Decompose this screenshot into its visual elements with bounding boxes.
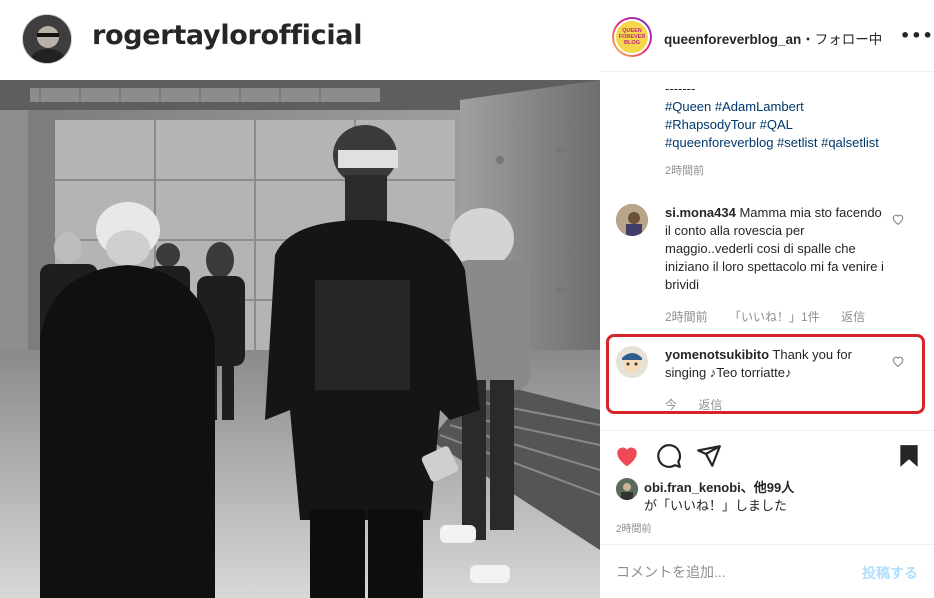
account-avatar-text: QUEEN FOREVER BLOG: [618, 28, 646, 46]
comment-meta: 2時間前 「いいね！」1件 返信: [665, 308, 883, 325]
author-username[interactable]: rogertaylorofficial: [92, 20, 362, 51]
reply-button[interactable]: 返信: [841, 310, 865, 324]
save-bookmark-icon[interactable]: [896, 443, 922, 469]
comment-username[interactable]: si.mona434: [665, 205, 736, 220]
comment-avatar[interactable]: [616, 204, 648, 236]
hashtag-line[interactable]: #queenforeverblog #setlist #qalsetlist: [665, 134, 925, 152]
post-author-header: rogertaylorofficial: [0, 0, 600, 80]
hashtag-line[interactable]: #Queen #AdamLambert: [665, 98, 925, 116]
post-media-column: rogertaylorofficial: [0, 0, 600, 598]
caption-divider: -------: [665, 81, 696, 96]
highlight-annotation-box: [606, 334, 925, 414]
action-bar: [600, 430, 934, 482]
hashtag-line[interactable]: #RhapsodyTour #QAL: [665, 116, 925, 134]
comment-likes-count[interactable]: 「いいね！」1件: [729, 310, 820, 324]
add-comment-bar: 投稿する: [600, 544, 934, 598]
comment-body: si.mona434 Mamma mia sto facendo il cont…: [665, 204, 885, 294]
post-photo[interactable]: [0, 80, 600, 598]
post-comment-button[interactable]: 投稿する: [862, 563, 918, 583]
panel-header: QUEEN FOREVER BLOG queenforeverblog_an・フ…: [600, 0, 934, 72]
author-avatar[interactable]: [22, 14, 72, 64]
comment-bubble-icon[interactable]: [656, 443, 682, 469]
like-heart-icon[interactable]: [614, 443, 640, 469]
account-avatar[interactable]: QUEEN FOREVER BLOG: [612, 17, 652, 57]
share-send-icon[interactable]: [696, 443, 722, 469]
follow-status[interactable]: ・フォロー中: [801, 32, 882, 47]
account-name-row: queenforeverblog_an・フォロー中: [664, 28, 882, 48]
liker-avatar[interactable]: [616, 478, 638, 500]
post-side-panel: QUEEN FOREVER BLOG queenforeverblog_an・フ…: [600, 0, 934, 598]
more-options-button[interactable]: •••: [900, 26, 934, 45]
comment-input[interactable]: [616, 562, 836, 582]
account-avatar-logo: QUEEN FOREVER BLOG: [614, 19, 650, 55]
account-username[interactable]: queenforeverblog_an: [664, 32, 801, 47]
caption: ------- #Queen #AdamLambert #RhapsodyTou…: [665, 80, 925, 180]
likes-count-link[interactable]: obi.fran_kenobi、他99人: [644, 477, 794, 496]
post-timestamp[interactable]: 2時間前: [616, 520, 652, 535]
likes-suffix: が「いいね！」しました: [644, 498, 788, 513]
comment-like-heart-icon[interactable]: [891, 212, 905, 226]
caption-time[interactable]: 2時間前: [665, 162, 925, 180]
comment-time[interactable]: 2時間前: [665, 310, 708, 324]
